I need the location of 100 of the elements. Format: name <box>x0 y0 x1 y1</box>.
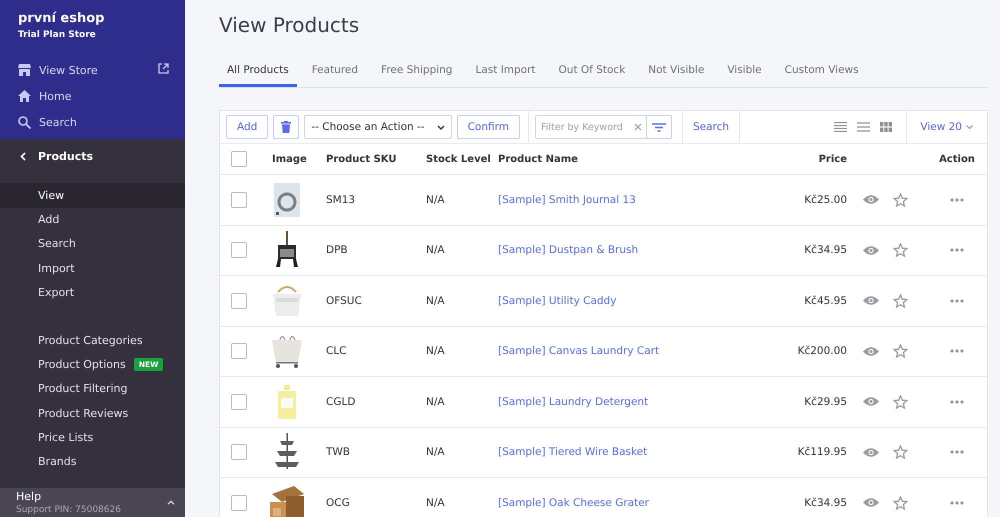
eye-icon[interactable] <box>863 446 879 458</box>
list-icon[interactable] <box>857 122 870 132</box>
star-icon[interactable] <box>893 496 908 510</box>
more-icon[interactable] <box>950 500 964 505</box>
chevron-down-icon <box>966 125 973 129</box>
chevron-left-icon <box>20 152 26 161</box>
star-icon[interactable] <box>893 445 908 460</box>
star-icon[interactable] <box>893 344 908 358</box>
table-cell: N/A <box>426 396 445 408</box>
more-icon[interactable] <box>950 198 964 202</box>
external-link-icon[interactable] <box>158 63 169 74</box>
eye-icon[interactable] <box>863 194 879 206</box>
column-header: Product SKU <box>326 154 396 164</box>
clear-icon[interactable] <box>634 123 642 131</box>
store-name: první eshop <box>17 11 106 26</box>
table-cell: Kč45.95 <box>804 294 847 307</box>
select-all-checkbox[interactable] <box>231 151 247 167</box>
dense-list-icon[interactable] <box>834 122 848 132</box>
store-plan: Trial Plan Store <box>17 30 97 40</box>
sidebar-link[interactable]: Home <box>0 83 185 109</box>
tab[interactable]: Custom Views <box>776 57 867 87</box>
sidebar-item[interactable]: Search <box>0 232 185 256</box>
table-cell: Kč34.95 <box>804 496 847 509</box>
add-button[interactable]: Add <box>226 115 268 139</box>
star-icon[interactable] <box>893 294 908 308</box>
tab[interactable]: Featured <box>304 57 366 87</box>
sidebar-item[interactable]: Product Categories <box>0 328 185 353</box>
row-checkbox[interactable] <box>231 343 247 360</box>
eye-icon[interactable] <box>863 396 879 408</box>
table-cell: N/A <box>426 446 445 458</box>
sidebar-link[interactable]: Search <box>0 109 185 135</box>
sidebar-item[interactable]: View <box>0 183 185 208</box>
tab[interactable]: Visible <box>719 57 770 87</box>
row-checkbox[interactable] <box>231 242 247 258</box>
search-link[interactable]: Search <box>692 121 730 133</box>
tab[interactable]: Not Visible <box>640 57 712 87</box>
product-link[interactable]: [Sample] Canvas Laundry Cart <box>498 345 660 358</box>
sidebar-item[interactable]: Add <box>0 208 185 232</box>
star-icon[interactable] <box>893 192 908 207</box>
grid-icon[interactable] <box>880 122 892 132</box>
eye-icon[interactable] <box>863 346 879 357</box>
table-cell: SM13 <box>326 194 356 206</box>
column-header: Image <box>272 154 307 164</box>
table-cell: OCG <box>326 496 350 509</box>
tab[interactable]: Free Shipping <box>373 57 460 87</box>
table-cell: Kč34.95 <box>804 244 847 256</box>
home-icon <box>18 90 31 102</box>
table-cell: N/A <box>426 294 445 307</box>
chevron-down-icon <box>436 124 445 130</box>
row-checkbox[interactable] <box>231 494 247 511</box>
table-cell: N/A <box>426 345 445 358</box>
product-link[interactable]: [Sample] Smith Journal 13 <box>498 194 636 206</box>
help-panel[interactable]: Help Support PIN: 75008626 <box>0 488 185 517</box>
eye-icon[interactable] <box>863 244 879 256</box>
sidebar-item[interactable]: Price Lists <box>0 425 185 450</box>
more-icon[interactable] <box>950 450 964 454</box>
store-icon <box>18 64 31 76</box>
sidebar-item[interactable]: Import <box>0 256 185 280</box>
section-header[interactable]: Products <box>0 139 185 174</box>
star-icon[interactable] <box>893 243 908 258</box>
product-link[interactable]: [Sample] Oak Cheese Grater <box>498 496 649 509</box>
row-checkbox[interactable] <box>231 394 247 410</box>
search-icon <box>18 116 31 128</box>
action-dropdown[interactable]: -- Choose an Action -- <box>304 115 452 139</box>
tab[interactable]: Last Import <box>467 57 544 87</box>
sidebar-item[interactable]: Product Reviews <box>0 400 185 426</box>
more-icon[interactable] <box>950 298 964 303</box>
tab[interactable]: All Products <box>219 57 297 87</box>
sidebar-item[interactable]: Brands <box>0 449 185 474</box>
table-cell: TWB <box>326 446 350 458</box>
table-cell: CGLD <box>326 396 356 408</box>
product-link[interactable]: [Sample] Dustpan & Brush <box>498 244 638 256</box>
table-cell: N/A <box>426 496 445 509</box>
table-cell: Kč119.95 <box>798 446 847 458</box>
sidebar-item[interactable]: Export <box>0 280 185 304</box>
row-checkbox[interactable] <box>231 444 247 460</box>
filter-field[interactable]: Filter by Keyword <box>534 115 647 139</box>
more-icon[interactable] <box>950 248 964 252</box>
column-header: Price <box>818 154 847 164</box>
sidebar-item[interactable]: Product Filtering <box>0 376 185 401</box>
chevron-up-icon <box>167 500 175 505</box>
more-icon[interactable] <box>950 349 964 354</box>
row-checkbox[interactable] <box>231 292 247 309</box>
delete-button[interactable] <box>273 115 300 139</box>
product-link[interactable]: [Sample] Tiered Wire Basket <box>498 446 648 458</box>
row-checkbox[interactable] <box>231 192 247 208</box>
table-cell: Kč25.00 <box>804 194 847 206</box>
filter-button[interactable] <box>646 115 672 139</box>
eye-icon[interactable] <box>863 295 879 306</box>
star-icon[interactable] <box>893 394 908 409</box>
view-count-dropdown[interactable]: View 20 <box>907 121 987 133</box>
table-cell: Kč200.00 <box>798 345 847 358</box>
more-icon[interactable] <box>950 400 964 404</box>
product-link[interactable]: [Sample] Laundry Detergent <box>498 396 648 408</box>
eye-icon[interactable] <box>863 497 879 508</box>
product-link[interactable]: [Sample] Utility Caddy <box>498 294 616 307</box>
tab[interactable]: Out Of Stock <box>550 57 634 87</box>
sidebar-link[interactable]: View Store <box>0 57 185 83</box>
column-header: Product Name <box>498 154 578 164</box>
confirm-button[interactable]: Confirm <box>456 115 520 139</box>
